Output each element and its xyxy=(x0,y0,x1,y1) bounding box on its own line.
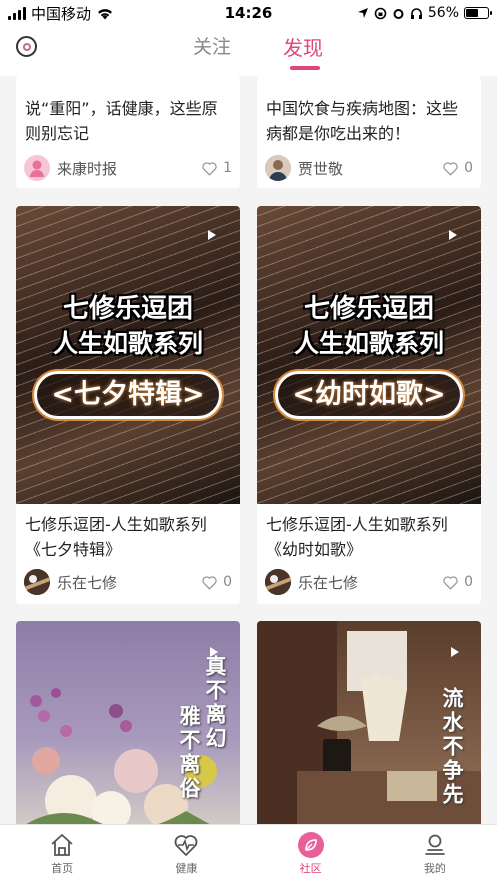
video-cover[interactable]: 真不离幻 雅不离俗 xyxy=(16,621,240,824)
cover-badge: <幼时如歌> xyxy=(275,371,463,419)
author-name[interactable]: 乐在七修 xyxy=(298,572,442,593)
cover-subtitle: 人生如歌系列 xyxy=(52,329,203,358)
heart-icon xyxy=(443,575,458,590)
status-bar: 中国移动 14:26 56% xyxy=(0,0,497,26)
video-card[interactable]: 七修乐逗团 人生如歌系列 <七夕特辑> 七修乐逗团-人生如歌系列《七夕特辑》 乐… xyxy=(16,206,240,604)
tab-profile[interactable]: 我的 xyxy=(373,825,497,883)
author-name[interactable]: 来康时报 xyxy=(57,158,201,179)
tab-health-label: 健康 xyxy=(175,862,198,875)
post-card[interactable]: 中国饮食与疾病地图：这些病都是你吃出来的！ 贾世敬 0 xyxy=(257,76,481,188)
lock-rotation-icon xyxy=(374,7,387,19)
headphones-icon xyxy=(410,7,422,19)
post-title: 中国饮食与疾病地图：这些病都是你吃出来的！ xyxy=(266,99,459,143)
video-cover[interactable]: 流水不争先 xyxy=(257,621,481,824)
video-card[interactable]: 流水不争先 xyxy=(257,621,481,824)
location-icon xyxy=(357,8,368,18)
like-button[interactable]: 0 xyxy=(442,160,473,177)
like-count: 0 xyxy=(223,574,232,590)
video-cover[interactable]: 七修乐逗团 人生如歌系列 <七夕特辑> xyxy=(16,206,240,504)
play-icon xyxy=(451,647,459,657)
video-cover[interactable]: 七修乐逗团 人生如歌系列 <幼时如歌> xyxy=(257,206,481,504)
author-avatar[interactable] xyxy=(24,569,50,595)
heart-icon xyxy=(202,575,217,590)
tab-community[interactable]: 社区 xyxy=(249,825,373,883)
author-name[interactable]: 贾世敬 xyxy=(298,158,442,179)
video-card[interactable]: 真不离幻 雅不离俗 xyxy=(16,621,240,824)
top-nav: 关注 发现 xyxy=(0,26,497,76)
post-title: 七修乐逗团-人生如歌系列《七夕特辑》 xyxy=(25,515,207,559)
author-avatar[interactable] xyxy=(265,155,291,181)
user-icon xyxy=(422,832,448,858)
video-card[interactable]: 七修乐逗团 人生如歌系列 <幼时如歌> 七修乐逗团-人生如歌系列《幼时如歌》 乐… xyxy=(257,206,481,604)
battery-percent: 56% xyxy=(427,5,459,21)
author-avatar[interactable] xyxy=(265,569,291,595)
like-count: 1 xyxy=(223,160,232,176)
tab-profile-label: 我的 xyxy=(423,862,446,875)
cover-title: 七修乐逗团 xyxy=(62,294,193,324)
play-icon xyxy=(208,230,216,240)
like-button[interactable]: 0 xyxy=(442,574,473,591)
cover-title: 七修乐逗团 xyxy=(303,294,434,324)
like-button[interactable]: 0 xyxy=(201,574,232,591)
like-count: 0 xyxy=(464,160,473,176)
tab-home-label: 首页 xyxy=(51,862,74,875)
cover-poem: 雅不离俗 xyxy=(177,705,201,801)
active-tab-indicator xyxy=(290,66,320,70)
author-name[interactable]: 乐在七修 xyxy=(57,572,201,593)
heart-icon xyxy=(443,161,458,176)
author-avatar[interactable] xyxy=(24,155,50,181)
play-icon xyxy=(449,230,457,240)
discover-feed[interactable]: 说“重阳”，话健康，这些原则别忘记 来康时报 1 中国饮食与疾病地图：这些病都是… xyxy=(0,76,497,824)
like-count: 0 xyxy=(464,574,473,590)
tab-health[interactable]: 健康 xyxy=(124,825,248,883)
heart-icon xyxy=(202,161,217,176)
post-title: 七修乐逗团-人生如歌系列《幼时如歌》 xyxy=(266,515,448,559)
heart-pulse-icon xyxy=(173,832,199,858)
tab-home[interactable]: 首页 xyxy=(0,825,124,883)
tab-follow[interactable]: 关注 xyxy=(193,32,231,59)
post-title: 说“重阳”，话健康，这些原则别忘记 xyxy=(25,99,218,143)
tab-community-label: 社区 xyxy=(299,862,322,875)
cover-poem: 真不离幻 xyxy=(203,655,227,751)
post-card[interactable]: 说“重阳”，话健康，这些原则别忘记 来康时报 1 xyxy=(16,76,240,188)
battery-icon xyxy=(464,7,492,19)
cover-badge: <七夕特辑> xyxy=(34,371,222,419)
scan-icon[interactable] xyxy=(16,36,37,57)
tab-discover[interactable]: 发现 xyxy=(283,32,323,61)
cover-poem: 流水不争先 xyxy=(440,687,464,807)
bottom-tab-bar: 首页 健康 社区 我的 xyxy=(0,824,497,883)
cover-subtitle: 人生如歌系列 xyxy=(293,329,444,358)
alarm-icon xyxy=(393,8,404,19)
leaf-icon xyxy=(297,832,324,858)
like-button[interactable]: 1 xyxy=(201,160,232,177)
home-icon xyxy=(49,832,75,858)
